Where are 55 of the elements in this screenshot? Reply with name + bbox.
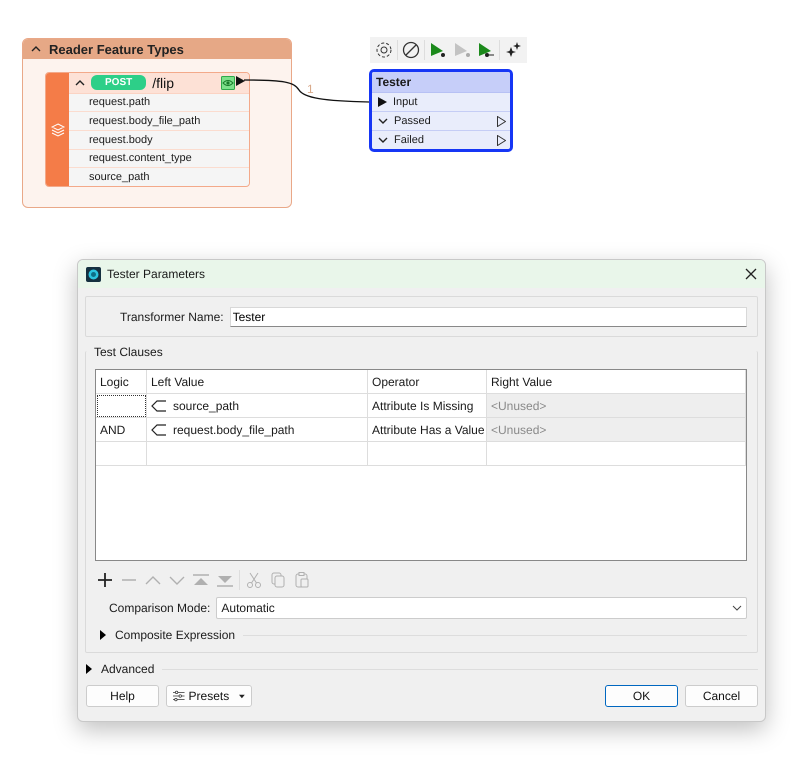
attribute-name: request.path xyxy=(69,94,249,112)
column-header: Operator xyxy=(368,370,487,394)
dialog-button[interactable]: OK xyxy=(605,685,678,707)
attribute-name: request.content_type xyxy=(69,150,249,168)
expand-icon[interactable] xyxy=(85,664,93,674)
attribute-name: request.body_file_path xyxy=(69,112,249,131)
close-icon[interactable] xyxy=(745,268,757,280)
attribute-name: source_path xyxy=(88,170,151,186)
connection-count: 1 xyxy=(307,82,314,96)
method-badge: POST xyxy=(91,75,146,90)
group-title: Reader Feature Types xyxy=(49,42,184,56)
layers-icon xyxy=(50,122,64,136)
dialog-button[interactable]: Cancel xyxy=(685,685,758,707)
connector-line[interactable] xyxy=(244,79,369,103)
section-title: Test Clauses xyxy=(94,345,164,359)
dialog-button[interactable]: Presets xyxy=(166,685,252,707)
caret-icon xyxy=(239,694,245,698)
dialog-title: Tester Parameters xyxy=(107,267,206,281)
feature-type-node[interactable]: POST /flip request.path request.body_file_path request.body request.content_type source_path xyxy=(45,72,250,187)
attribute-name: request.body xyxy=(69,130,249,150)
sliders-icon xyxy=(173,689,185,703)
expand-icon[interactable] xyxy=(378,117,388,125)
attribute-icon xyxy=(151,424,167,436)
column-header: Left Value xyxy=(147,370,368,394)
tester-node[interactable]: Tester Input Passed Failed xyxy=(369,69,513,152)
table-cell[interactable] xyxy=(487,442,746,466)
field-label: Comparison Mode: xyxy=(109,601,210,615)
column-header: Logic xyxy=(96,370,147,394)
add-icon[interactable] xyxy=(95,571,115,589)
attribute-icon xyxy=(151,400,167,412)
output-port-icon[interactable] xyxy=(497,116,506,126)
expand-icon[interactable] xyxy=(99,630,107,640)
node-title: Tester xyxy=(372,72,510,93)
table-cell[interactable] xyxy=(147,442,368,466)
input-port-icon[interactable] xyxy=(378,97,387,107)
port-name: Input xyxy=(393,96,418,108)
output-port-icon[interactable] xyxy=(497,134,506,146)
feature-type-name: /flip xyxy=(152,74,176,91)
name-field[interactable]: Tester xyxy=(230,306,747,326)
table-cell[interactable] xyxy=(368,442,487,466)
dialog-button[interactable]: Help xyxy=(86,685,159,707)
mode-dropdown[interactable]: Automatic xyxy=(216,597,747,619)
table-cell[interactable] xyxy=(96,442,147,466)
app-icon xyxy=(86,266,101,282)
section-toggle[interactable]: Composite Expression xyxy=(115,628,236,642)
collapse-icon[interactable] xyxy=(75,78,85,87)
eye-icon[interactable] xyxy=(221,76,235,90)
dropdown-caret-icon xyxy=(732,605,742,611)
collapse-icon[interactable] xyxy=(31,45,41,53)
expand-icon[interactable] xyxy=(378,136,388,144)
field-label: Transformer Name: xyxy=(120,310,224,324)
port-name: Failed xyxy=(394,134,425,146)
section-toggle[interactable]: Advanced xyxy=(101,662,154,676)
disable-icon[interactable] xyxy=(400,39,422,61)
port-name: Passed xyxy=(394,115,432,127)
